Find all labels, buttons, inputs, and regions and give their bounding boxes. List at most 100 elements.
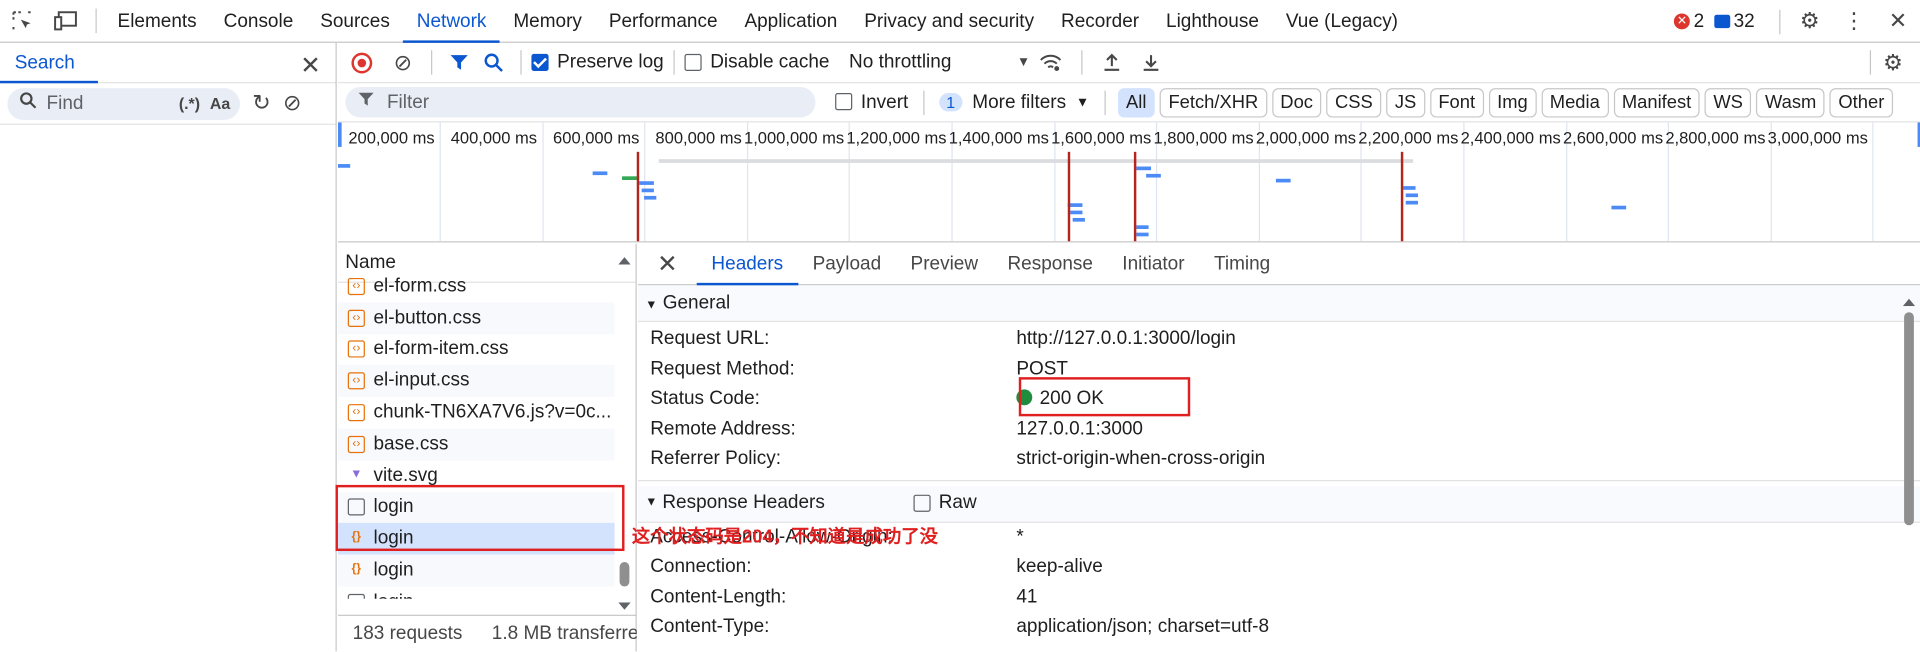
more-options-icon[interactable]: ⋮ [1832, 0, 1876, 43]
close-devtools-icon[interactable]: ✕ [1876, 0, 1920, 43]
close-detail-icon[interactable]: ✕ [638, 249, 697, 280]
timeline-tick-label: 1,800,000 ms [1153, 128, 1254, 147]
search-tab[interactable]: Search [0, 42, 98, 83]
request-row[interactable]: ‹› chunk-TN6XA7V6.js?v=0c... [338, 397, 615, 429]
tab-lighthouse[interactable]: Lighthouse [1153, 0, 1273, 42]
filter-type-js[interactable]: JS [1386, 87, 1425, 117]
timeline-load-marker [1400, 151, 1404, 242]
tab-initiator[interactable]: Initiator [1108, 243, 1200, 285]
more-filters-button[interactable]: 1 More filters ▼ [938, 91, 1089, 113]
request-row[interactable]: ‹› el-input.css [337, 365, 615, 397]
device-toolbar-icon[interactable] [44, 0, 88, 42]
filter-type-doc[interactable]: Doc [1271, 87, 1322, 117]
general-section-header[interactable]: ▼ General [637, 285, 1920, 323]
timeline-tick-label: 1,600,000 ms [1051, 128, 1152, 147]
inspect-element-icon[interactable] [0, 0, 44, 42]
request-row[interactable]: ‹› el-form.css [338, 271, 615, 303]
detail-scrollbar-thumb[interactable] [1904, 312, 1914, 526]
settings-gear-icon[interactable]: ⚙ [1788, 0, 1832, 43]
filter-placeholder: Filter [386, 91, 430, 113]
disable-cache-label: Disable cache [710, 51, 830, 73]
raw-label: Raw [938, 492, 977, 514]
tab-headers[interactable]: Headers [696, 243, 798, 285]
raw-checkbox[interactable]: Raw [912, 485, 977, 522]
invert-checkbox[interactable]: Invert [835, 91, 908, 113]
tab-privacy-and-security[interactable]: Privacy and security [851, 0, 1048, 42]
tab-memory[interactable]: Memory [500, 0, 595, 42]
refresh-icon[interactable]: ↻ [252, 91, 270, 117]
filter-type-media[interactable]: Media [1541, 87, 1609, 117]
network-overview-timeline[interactable]: 200,000 ms 400,000 ms 600,000 ms 800,000 ms… [337, 122, 1920, 243]
timeline-tick-label: 1,200,000 ms [846, 128, 947, 147]
filter-type-manifest[interactable]: Manifest [1613, 87, 1700, 117]
export-har-icon[interactable] [1132, 42, 1171, 82]
tab-response[interactable]: Response [993, 243, 1108, 285]
scroll-up-arrow-icon[interactable] [618, 249, 631, 271]
close-search-icon[interactable]: ✕ [300, 50, 321, 81]
header-field: Remote Address: 127.0.0.1:3000 [638, 414, 1920, 444]
scroll-up-arrow-icon[interactable] [1902, 290, 1916, 312]
filter-type-wasm[interactable]: Wasm [1756, 87, 1825, 117]
timeline-request-mark [1070, 210, 1083, 215]
filter-type-css[interactable]: CSS [1326, 87, 1382, 117]
filter-type-fetch-xhr[interactable]: Fetch/XHR [1159, 87, 1267, 117]
disable-cache-checkbox[interactable]: Disable cache [684, 51, 830, 73]
tab-console[interactable]: Console [210, 0, 307, 42]
tab-payload[interactable]: Payload [798, 243, 896, 285]
tab-preview[interactable]: Preview [896, 243, 993, 285]
tab-vue-legacy[interactable]: Vue (Legacy) [1272, 0, 1411, 42]
find-input[interactable]: Find (.*) Aa [7, 87, 241, 120]
error-badge[interactable]: ✕ 2 [1674, 10, 1704, 32]
checkbox-checked-icon [531, 53, 549, 71]
annotation-note: 这个状态码是204，不知道是成功了没 [631, 526, 939, 548]
tab-timing[interactable]: Timing [1199, 243, 1285, 285]
filter-type-other[interactable]: Other [1829, 87, 1893, 117]
request-row[interactable]: ‹› el-form-item.css [338, 334, 615, 366]
scrollbar-thumb[interactable] [619, 562, 630, 587]
import-har-icon[interactable] [1093, 42, 1132, 82]
request-row[interactable]: {} login [337, 554, 615, 587]
filter-toggle-icon[interactable] [442, 42, 476, 82]
filter-type-img[interactable]: Img [1488, 87, 1537, 117]
request-row[interactable]: ‹› base.css [337, 428, 615, 461]
clear-log-icon[interactable]: ⊘ [384, 42, 421, 82]
network-conditions-icon[interactable] [1030, 42, 1072, 82]
filter-input[interactable]: Filter [345, 86, 816, 118]
transferred-size: 1.8 MB transferre [491, 622, 637, 644]
record-button[interactable] [338, 42, 385, 82]
request-name: chunk-TN6XA7V6.js?v=0c... [373, 401, 612, 423]
timeline-request-mark [592, 171, 608, 176]
header-value: 127.0.0.1:3000 [1016, 414, 1143, 444]
header-field: Status Code: 200 OK [638, 384, 1920, 414]
response-headers-section-header[interactable]: ▼ Response Headers Raw [637, 485, 1920, 523]
timeline-request-mark [1405, 193, 1418, 198]
filter-type-all[interactable]: All [1117, 87, 1155, 117]
tab-recorder[interactable]: Recorder [1048, 0, 1153, 42]
find-row: Find (.*) Aa ↻ ⊘ [0, 83, 336, 125]
timeline-tick-label: 2,800,000 ms [1665, 128, 1766, 147]
regex-toggle[interactable]: (.*) [179, 94, 200, 112]
header-name: Referrer Policy: [650, 448, 782, 469]
filter-type-ws[interactable]: WS [1704, 87, 1752, 117]
network-settings-gear-icon[interactable]: ⚙ [1876, 42, 1910, 82]
filter-type-font[interactable]: Font [1429, 87, 1484, 117]
preserve-log-checkbox[interactable]: Preserve log [531, 51, 664, 73]
match-case-toggle[interactable]: Aa [210, 94, 230, 112]
request-row[interactable]: ‹› el-button.css [337, 302, 615, 334]
record-icon [350, 52, 372, 73]
search-network-icon[interactable] [476, 42, 510, 82]
tab-sources[interactable]: Sources [307, 0, 404, 42]
tab-application[interactable]: Application [731, 0, 851, 42]
request-row[interactable]: login [338, 586, 615, 599]
timeline-request-mark [1275, 178, 1291, 183]
tab-elements[interactable]: Elements [104, 0, 210, 42]
message-badge[interactable]: 32 [1713, 10, 1755, 32]
request-name: login [373, 591, 413, 599]
clear-icon[interactable]: ⊘ [283, 91, 301, 117]
css-file-icon: ‹› [347, 372, 365, 390]
timeline-handle[interactable] [337, 122, 342, 147]
general-title: General [662, 292, 731, 314]
throttling-select[interactable]: No throttling ▼ [849, 51, 1030, 73]
tab-network[interactable]: Network [403, 0, 500, 43]
tab-performance[interactable]: Performance [595, 0, 731, 42]
